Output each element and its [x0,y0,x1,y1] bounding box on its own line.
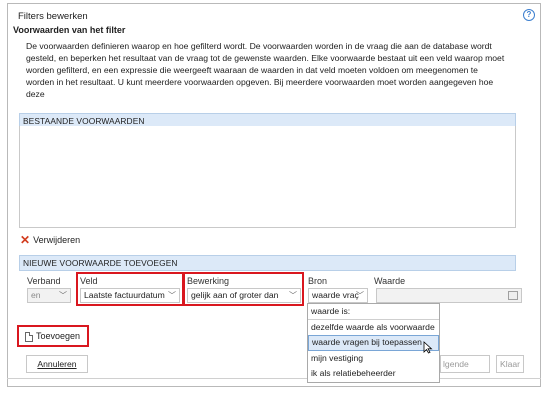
section-subtitle: Voorwaarden van het filter [13,25,126,35]
verband-value: en [31,290,41,300]
bron-option-highlighted[interactable]: waarde vragen bij toepassen [308,335,439,351]
new-condition-header: NIEUWE VOORWAARDE TOEVOEGEN [19,255,516,271]
bron-option[interactable]: waarde is: [308,304,439,320]
chevron-down-icon: ﹀ [59,291,67,300]
verband-label: Verband [27,276,61,286]
description-text: De voorwaarden definieren waarop en hoe … [26,41,505,99]
waarde-input[interactable] [376,288,522,303]
bron-option[interactable]: ik als relatiebeheerder [308,366,439,382]
finish-button[interactable]: Klaar [496,355,524,373]
verband-select[interactable]: en ﹀ [27,288,71,303]
veld-highlight [76,272,184,306]
waarde-label: Waarde [374,276,406,286]
calendar-icon[interactable] [508,291,518,300]
mouse-pointer-icon [423,341,433,354]
bron-option[interactable]: mijn vestiging [308,351,439,367]
dialog-title: Filters bewerken [18,11,88,22]
next-button[interactable]: lgende [440,355,490,373]
bron-select[interactable]: waarde vraç ﹀ [308,288,368,303]
add-highlight [17,325,89,347]
footer-divider [7,378,541,379]
bron-label: Bron [308,276,328,286]
remove-label: Verwijderen [33,235,81,245]
remove-button[interactable]: ✕ Verwijderen [20,233,81,247]
bron-value: waarde vraç [312,290,359,300]
close-icon: ✕ [20,233,31,247]
help-icon[interactable]: ? [523,9,535,21]
bron-option[interactable]: dezelfde waarde als voorwaarde [308,320,439,336]
chevron-down-icon: ﹀ [356,291,364,300]
bewerking-highlight [183,272,304,306]
bron-dropdown: waarde is: dezelfde waarde als voorwaard… [307,303,440,383]
existing-conditions-list[interactable] [19,126,516,228]
cancel-button[interactable]: Annuleren [26,355,88,373]
